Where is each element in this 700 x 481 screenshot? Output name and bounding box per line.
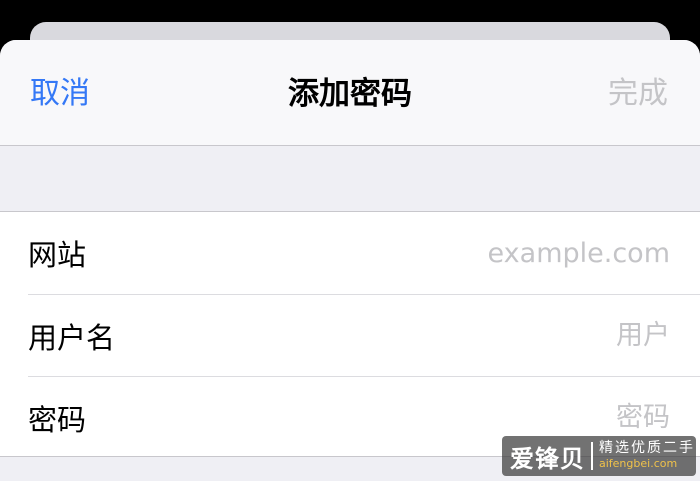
watermark-url: aifengbei.com (599, 457, 678, 470)
password-label: 密码 (28, 402, 87, 437)
password-input[interactable] (370, 402, 670, 433)
website-row[interactable]: 网站 (28, 212, 700, 294)
navigation-bar: 取消 添加密码 完成 (0, 40, 700, 146)
username-input[interactable] (370, 320, 670, 351)
credentials-form: 网站 用户名 密码 (0, 211, 700, 457)
watermark-logo: 爱锋贝 精选优质二手 aifengbei.com (502, 436, 696, 476)
watermark-divider (591, 442, 593, 470)
add-password-sheet: 取消 添加密码 完成 网站 用户名 密码 爱锋贝 精选优质二手 aifengbe… (0, 40, 700, 481)
watermark-text: 精选优质二手 aifengbei.com (599, 441, 695, 471)
page-title: 添加密码 (288, 76, 412, 112)
watermark-brand: 爱锋贝 (510, 444, 585, 473)
website-input[interactable] (370, 237, 670, 269)
done-button[interactable]: 完成 (608, 74, 668, 114)
watermark-slogan: 精选优质二手 (599, 440, 695, 456)
username-label: 用户名 (28, 320, 116, 355)
username-row[interactable]: 用户名 (28, 294, 700, 376)
website-label: 网站 (28, 238, 87, 272)
